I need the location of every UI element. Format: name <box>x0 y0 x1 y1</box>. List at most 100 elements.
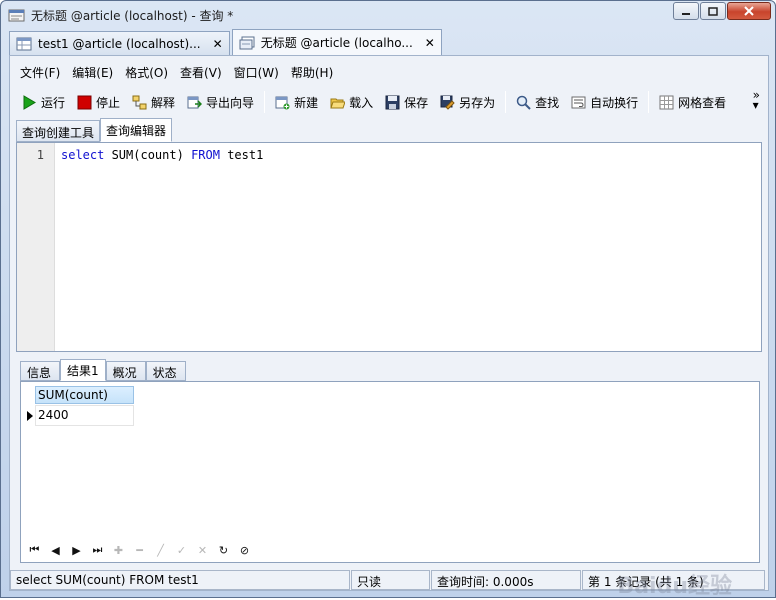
minimize-icon <box>682 13 690 15</box>
toolbar-separator <box>264 91 266 113</box>
close-icon <box>744 6 754 16</box>
table-icon <box>16 37 32 50</box>
plus-icon: ✚ <box>113 543 124 557</box>
save-label: 保存 <box>404 95 429 110</box>
line-gutter: 1 <box>17 143 55 351</box>
add-record-button[interactable]: ✚ <box>108 541 129 559</box>
grid-view-label: 网格查看 <box>678 95 727 110</box>
current-row-indicator-icon <box>27 411 33 421</box>
query-app-icon <box>8 9 25 22</box>
column-header[interactable]: SUM(count) <box>35 386 134 404</box>
next-record-icon: ▶ <box>72 543 81 557</box>
query-panel: 文件(F) 编辑(E) 格式(O) 查看(V) 窗口(W) 帮助(H) 运行 停… <box>9 55 769 599</box>
window-title: 无标题 @article (localhost) - 查询 * <box>31 9 234 23</box>
find-button[interactable]: 查找 <box>510 90 565 114</box>
last-record-button[interactable]: ⏭ <box>87 541 108 559</box>
menu-format[interactable]: 格式(O) <box>119 60 174 84</box>
tab-info[interactable]: 信息 <box>20 361 60 381</box>
run-label: 运行 <box>41 95 66 110</box>
pencil-icon: ╱ <box>157 543 164 557</box>
tab-profile[interactable]: 概况 <box>105 361 146 381</box>
menu-help[interactable]: 帮助(H) <box>285 60 339 84</box>
prev-record-icon: ◀ <box>51 543 60 557</box>
sql-editor[interactable]: 1 select SUM(count) FROM test1 <box>16 142 762 352</box>
word-wrap-button[interactable]: 自动换行 <box>565 90 644 114</box>
app-window: 无标题 @article (localhost) - 查询 * test1 @a… <box>0 0 776 599</box>
stop-refresh-button[interactable]: ⊘ <box>234 541 255 559</box>
tab-close-icon[interactable]: ✕ <box>425 36 435 50</box>
save-button[interactable]: 保存 <box>379 90 434 114</box>
document-tabs: test1 @article (localhost)... ✕ 无标题 @art… <box>9 29 444 55</box>
menu-view[interactable]: 查看(V) <box>174 60 228 84</box>
line-number: 1 <box>36 148 44 162</box>
export-wizard-button[interactable]: 导出向导 <box>181 90 260 114</box>
first-record-button[interactable]: ⏮ <box>24 541 45 559</box>
stop-button[interactable]: 停止 <box>71 90 126 114</box>
discard-icon: ✕ <box>197 543 208 557</box>
next-record-button[interactable]: ▶ <box>66 541 87 559</box>
title-bar[interactable]: 无标题 @article (localhost) - 查询 * <box>1 1 775 29</box>
table-cell[interactable]: 2400 <box>35 405 134 426</box>
run-button[interactable]: 运行 <box>16 90 71 114</box>
minimize-button[interactable] <box>673 2 699 20</box>
toolbar-separator <box>648 91 650 113</box>
explain-label: 解释 <box>151 95 176 110</box>
discard-button[interactable]: ✕ <box>192 541 213 559</box>
doc-tab-test1[interactable]: test1 @article (localhost)... ✕ <box>9 31 230 55</box>
menu-edit[interactable]: 编辑(E) <box>66 60 119 84</box>
tab-status[interactable]: 状态 <box>145 361 186 381</box>
maximize-button[interactable] <box>700 2 726 20</box>
save-as-label: 另存为 <box>459 95 496 110</box>
tab-result1[interactable]: 结果1 <box>60 359 106 381</box>
explain-button[interactable]: 解释 <box>126 90 181 114</box>
doc-tab-untitled-query[interactable]: 无标题 @article (localho... ✕ <box>231 29 442 55</box>
refresh-button[interactable]: ↻ <box>213 541 234 559</box>
doc-tab-label: 无标题 @article (localho... <box>260 36 413 50</box>
tab-query-editor[interactable]: 查询编辑器 <box>100 118 173 142</box>
delete-record-button[interactable]: ━ <box>129 541 150 559</box>
last-record-icon: ⏭ <box>92 543 103 556</box>
tab-query-builder[interactable]: 查询创建工具 <box>16 120 101 142</box>
menu-window[interactable]: 窗口(W) <box>228 60 285 84</box>
dropdown-arrow-icon: ▾ <box>752 98 759 112</box>
load-button[interactable]: 载入 <box>324 90 379 114</box>
save-as-button[interactable]: 另存为 <box>434 90 501 114</box>
sql-table-name: test1 <box>219 148 264 162</box>
grid-view-button[interactable]: 网格查看 <box>653 90 732 114</box>
load-label: 载入 <box>349 95 374 110</box>
close-button[interactable] <box>727 2 771 20</box>
apply-button[interactable]: ✓ <box>171 541 192 559</box>
maximize-icon <box>708 6 718 16</box>
doc-tab-label: test1 @article (localhost)... <box>38 36 201 51</box>
folder-open-icon <box>330 98 346 108</box>
menu-bar: 文件(F) 编辑(E) 格式(O) 查看(V) 窗口(W) 帮助(H) <box>10 60 339 84</box>
word-wrap-icon <box>571 96 586 108</box>
export-wizard-label: 导出向导 <box>206 95 255 110</box>
check-icon: ✓ <box>176 543 187 557</box>
tab-close-icon[interactable]: ✕ <box>213 37 223 51</box>
sql-code-line[interactable]: select SUM(count) FROM test1 <box>61 148 263 162</box>
toolbar-overflow-button[interactable]: » ▾ <box>752 89 760 112</box>
word-wrap-label: 自动换行 <box>590 95 639 110</box>
stop-label: 停止 <box>96 95 121 110</box>
new-button[interactable]: 新建 <box>269 90 324 114</box>
menu-file[interactable]: 文件(F) <box>14 60 66 84</box>
prev-record-button[interactable]: ◀ <box>45 541 66 559</box>
result-grid[interactable]: SUM(count) 2400 <box>20 381 760 563</box>
find-label: 查找 <box>535 95 560 110</box>
new-query-icon <box>275 96 290 109</box>
status-query-time: 查询时间: 0.000s <box>431 570 581 590</box>
sql-keyword-from: FROM <box>191 148 220 162</box>
toolbar-separator <box>505 91 507 113</box>
first-record-icon: ⏮ <box>29 543 40 556</box>
status-sql: select SUM(count) FROM test1 <box>10 570 350 590</box>
grid-icon <box>659 95 674 109</box>
stop-icon <box>77 95 92 109</box>
play-icon <box>23 94 36 110</box>
baidu-watermark: Baidu经验 <box>617 574 732 599</box>
minus-icon: ━ <box>136 543 143 557</box>
query-icon <box>239 36 255 49</box>
sql-keyword-select: select <box>61 148 105 162</box>
edit-record-button[interactable]: ╱ <box>150 541 171 559</box>
status-readonly: 只读 <box>351 570 430 590</box>
